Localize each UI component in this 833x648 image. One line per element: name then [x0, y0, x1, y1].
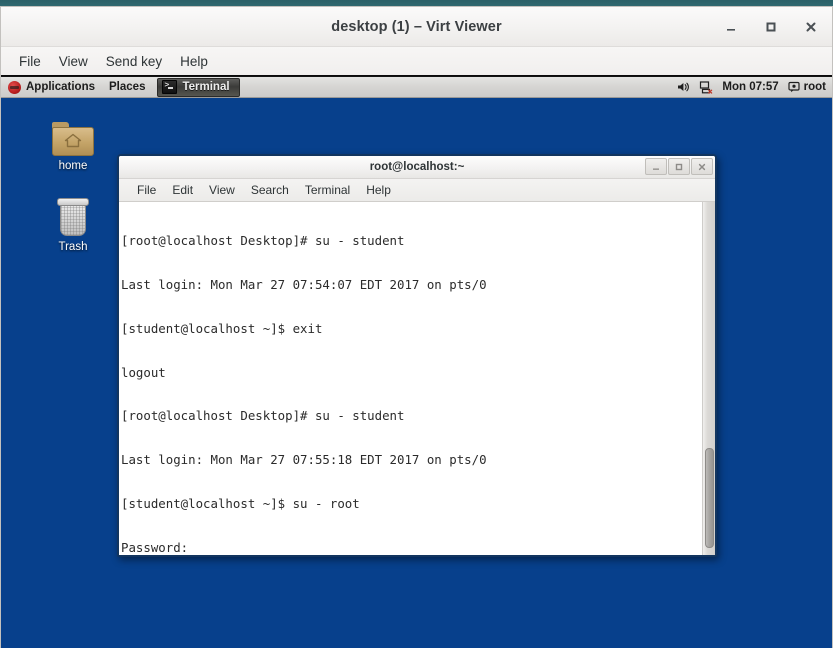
virt-viewer-title: desktop (1) – Virt Viewer	[331, 18, 502, 35]
terminal-menu-help[interactable]: Help	[358, 181, 399, 199]
terminal-menu-terminal[interactable]: Terminal	[297, 181, 358, 199]
terminal-body[interactable]: [root@localhost Desktop]# su - student L…	[119, 202, 715, 555]
terminal-menubar: File Edit View Search Terminal Help	[119, 179, 715, 202]
minimize-icon[interactable]	[718, 14, 744, 40]
screen: desktop (1) – Virt Viewer File View Send…	[0, 0, 833, 648]
volume-icon[interactable]	[676, 80, 690, 94]
applications-menu[interactable]: Applications	[1, 77, 102, 97]
terminal-titlebar: root@localhost:~	[119, 156, 715, 179]
terminal-line: Password:	[121, 539, 189, 555]
virt-viewer-menubar: File View Send key Help	[1, 47, 832, 76]
terminal-line: logout	[121, 364, 166, 380]
terminal-output[interactable]: [root@localhost Desktop]# su - student L…	[119, 202, 702, 555]
places-menu[interactable]: Places	[102, 77, 152, 97]
virt-viewer-window: desktop (1) – Virt Viewer File View Send…	[0, 6, 833, 648]
terminal-menu-view[interactable]: View	[201, 181, 243, 199]
gnome-top-panel: Applications Places Terminal	[1, 76, 832, 98]
close-icon[interactable]	[798, 14, 824, 40]
terminal-scrollbar-thumb[interactable]	[705, 448, 714, 548]
user-icon	[788, 81, 800, 93]
terminal-icon	[162, 80, 178, 94]
terminal-window-controls	[645, 158, 713, 175]
terminal-menu-file[interactable]: File	[129, 181, 164, 199]
home-folder-icon	[37, 110, 109, 156]
terminal-title: root@localhost:~	[369, 161, 465, 173]
terminal-scrollbar[interactable]	[702, 202, 715, 555]
virt-viewer-window-controls	[718, 7, 824, 46]
terminal-menu-edit[interactable]: Edit	[164, 181, 201, 199]
panel-left-section: Applications Places Terminal	[1, 77, 240, 97]
desktop-icon-trash-label: Trash	[58, 241, 88, 253]
trash-can-icon	[37, 191, 109, 237]
menu-file[interactable]: File	[10, 51, 50, 72]
menu-help[interactable]: Help	[171, 51, 217, 72]
menu-send-key[interactable]: Send key	[97, 51, 171, 72]
terminal-line: [student@localhost ~]$ exit	[121, 320, 323, 336]
panel-user-label: root	[803, 81, 826, 93]
panel-right-section: Mon 07:57 root	[676, 77, 832, 97]
taskbar-button-label: Terminal	[182, 81, 230, 93]
terminal-line: [root@localhost Desktop]# su - student	[121, 233, 405, 249]
terminal-window: root@localhost:~ File Edit View Search T…	[117, 154, 717, 557]
taskbar-button-terminal[interactable]: Terminal	[157, 77, 240, 97]
desktop-icon-home-label: home	[58, 160, 88, 172]
terminal-line: Last login: Mon Mar 27 07:55:18 EDT 2017…	[121, 452, 487, 468]
terminal-line: [root@localhost Desktop]# su - student	[121, 408, 405, 424]
terminal-maximize-icon[interactable]	[668, 158, 690, 175]
terminal-menu-search[interactable]: Search	[243, 181, 297, 199]
places-menu-label: Places	[109, 81, 146, 93]
guest-desktop: Applications Places Terminal	[1, 76, 832, 648]
maximize-icon[interactable]	[758, 14, 784, 40]
virt-viewer-titlebar: desktop (1) – Virt Viewer	[1, 7, 832, 47]
applications-menu-label: Applications	[26, 81, 96, 93]
terminal-line: Last login: Mon Mar 27 07:54:07 EDT 2017…	[121, 276, 487, 292]
terminal-minimize-icon[interactable]	[645, 158, 667, 175]
fedora-logo-icon	[8, 80, 21, 94]
menu-view[interactable]: View	[50, 51, 97, 72]
panel-user-menu[interactable]: root	[788, 81, 826, 93]
terminal-line: [student@localhost ~]$ su - root	[121, 495, 360, 511]
desktop-icon-home[interactable]: home	[37, 110, 109, 173]
terminal-close-icon[interactable]	[691, 158, 713, 175]
desktop-icon-trash[interactable]: Trash	[37, 191, 109, 254]
panel-clock[interactable]: Mon 07:57	[722, 81, 778, 93]
network-icon[interactable]	[699, 80, 713, 94]
